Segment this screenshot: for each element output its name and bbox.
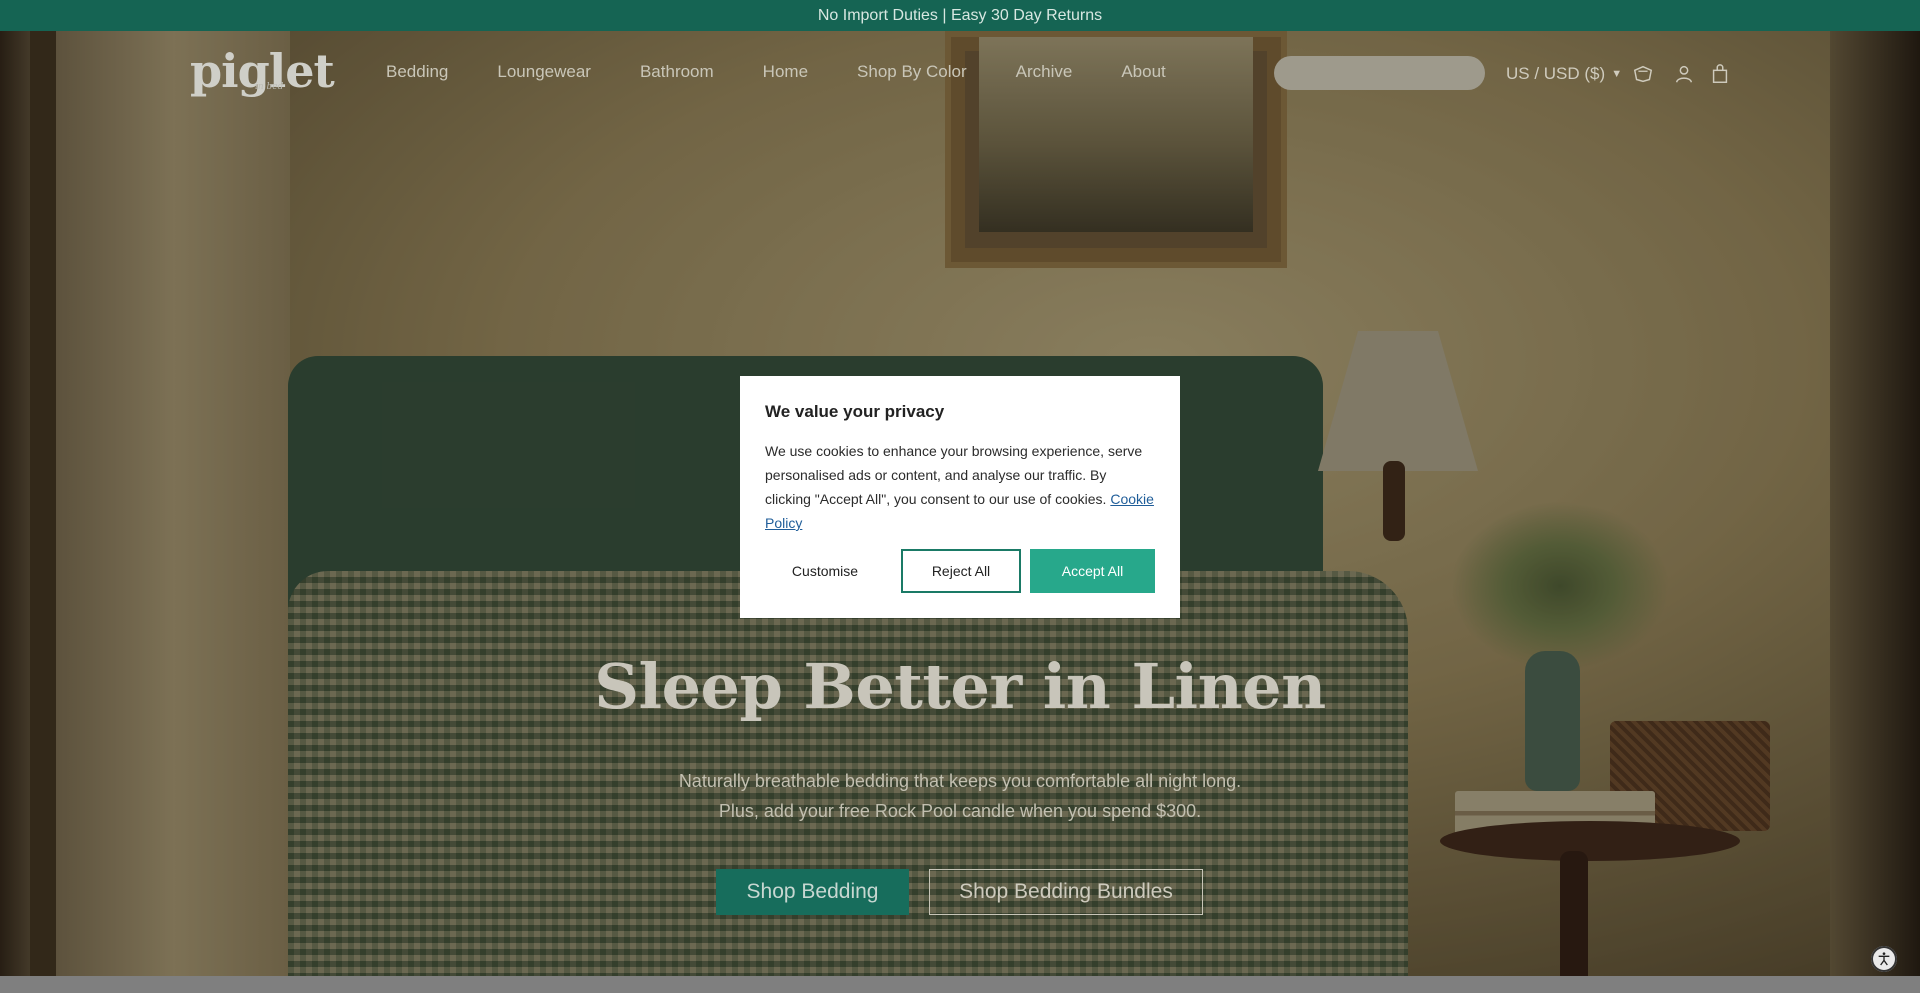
privacy-dialog: We value your privacy We use cookies to … (740, 376, 1180, 618)
privacy-dialog-title: We value your privacy (765, 402, 945, 421)
search-input[interactable] (1274, 56, 1485, 90)
privacy-dialog-body: We use cookies to enhance your browsing … (765, 439, 1155, 535)
shop-bedding-button[interactable]: Shop Bedding (716, 869, 909, 915)
chevron-down-icon: ▼ (1611, 68, 1623, 80)
main-nav: Bedding Loungewear Bathroom Home Shop By… (386, 62, 1215, 82)
nav-shop-by-color[interactable]: Shop By Color (857, 62, 967, 82)
currency-label: US / USD ($) (1506, 64, 1606, 83)
reject-all-button[interactable]: Reject All (901, 549, 1021, 593)
customise-button[interactable]: Customise (765, 549, 885, 593)
nav-bathroom[interactable]: Bathroom (640, 62, 714, 82)
rewards-icon[interactable] (1632, 63, 1654, 85)
hero-subtitle-line-1: Naturally breathable bedding that keeps … (678, 771, 1242, 791)
privacy-dialog-text: We use cookies to enhance your browsing … (765, 443, 1143, 507)
accept-all-button[interactable]: Accept All (1030, 549, 1155, 593)
site-logo-sub: in bed (255, 82, 284, 92)
account-icon[interactable] (1673, 63, 1695, 85)
hero-subtitle: Naturally breathable bedding that keeps … (0, 766, 1920, 826)
announcement-bar: No Import Duties | Easy 30 Day Returns (0, 0, 1920, 31)
page-bottom-strip (0, 976, 1920, 993)
nav-home[interactable]: Home (763, 62, 808, 82)
cart-icon[interactable] (1709, 63, 1731, 85)
shop-bedding-bundles-button[interactable]: Shop Bedding Bundles (929, 869, 1203, 915)
nav-loungewear[interactable]: Loungewear (497, 62, 591, 82)
announcement-text: No Import Duties | Easy 30 Day Returns (817, 6, 1103, 24)
hero-title: Sleep Better in Linen (594, 650, 1326, 723)
accessibility-icon[interactable] (1871, 946, 1897, 972)
hero-subtitle-line-2: Plus, add your free Rock Pool candle whe… (718, 801, 1202, 821)
nav-archive[interactable]: Archive (1016, 62, 1073, 82)
nav-about[interactable]: About (1121, 62, 1165, 82)
privacy-dialog-actions: Customise Reject All Accept All (740, 549, 1180, 593)
nav-bedding[interactable]: Bedding (386, 62, 448, 82)
currency-selector[interactable]: US / USD ($) ▼ (1506, 64, 1622, 84)
